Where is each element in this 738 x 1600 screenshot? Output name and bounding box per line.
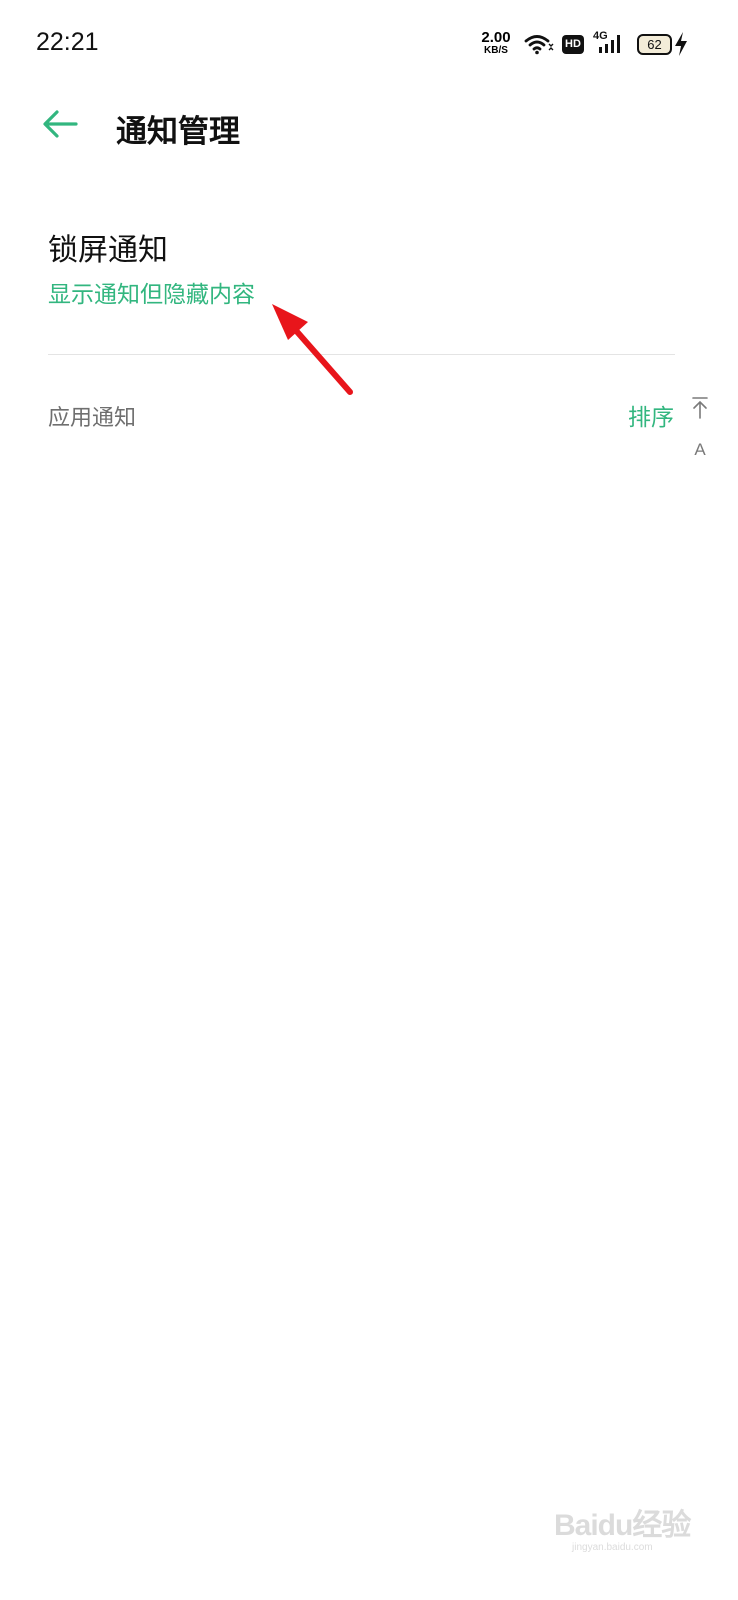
battery-icon: 62 <box>637 34 672 55</box>
signal-4g-icon: 4G <box>593 30 629 56</box>
charging-icon <box>675 32 687 56</box>
network-speed: 2.00 KB/S <box>478 30 514 56</box>
watermark-logo-text: Baidu经验 <box>554 1509 691 1542</box>
red-arrow-annotation-icon <box>272 304 353 395</box>
status-bar: 22:21 2.00 KB/S HD 4G 62 <box>0 0 738 90</box>
to-top-icon <box>692 397 708 419</box>
baidu-jingyan-watermark: Baidu经验 jingyan.baidu.com <box>554 1492 694 1562</box>
index-top[interactable] <box>688 396 712 424</box>
lock-screen-title: 锁屏通知 <box>48 233 168 268</box>
page-title: 通知管理 <box>116 114 240 150</box>
index-letter-a[interactable]: A <box>688 440 712 460</box>
alphabet-index-bar[interactable]: A <box>688 396 712 460</box>
hd-icon: HD <box>562 35 584 54</box>
status-time: 22:21 <box>36 28 99 56</box>
lock-screen-value: 显示通知但隐藏内容 <box>48 282 255 308</box>
signal-bars-icon <box>599 35 620 53</box>
network-speed-unit: KB/S <box>484 45 508 56</box>
sort-button[interactable]: 排序 <box>628 398 674 432</box>
back-button[interactable] <box>40 106 84 142</box>
watermark-url: jingyan.baidu.com <box>572 1542 653 1553</box>
arrow-left-icon <box>43 110 78 138</box>
app-notifications-label: 应用通知 <box>48 406 137 431</box>
wifi-icon <box>524 35 554 55</box>
header: 通知管理 <box>0 90 738 170</box>
network-speed-value: 2.00 <box>481 29 511 46</box>
